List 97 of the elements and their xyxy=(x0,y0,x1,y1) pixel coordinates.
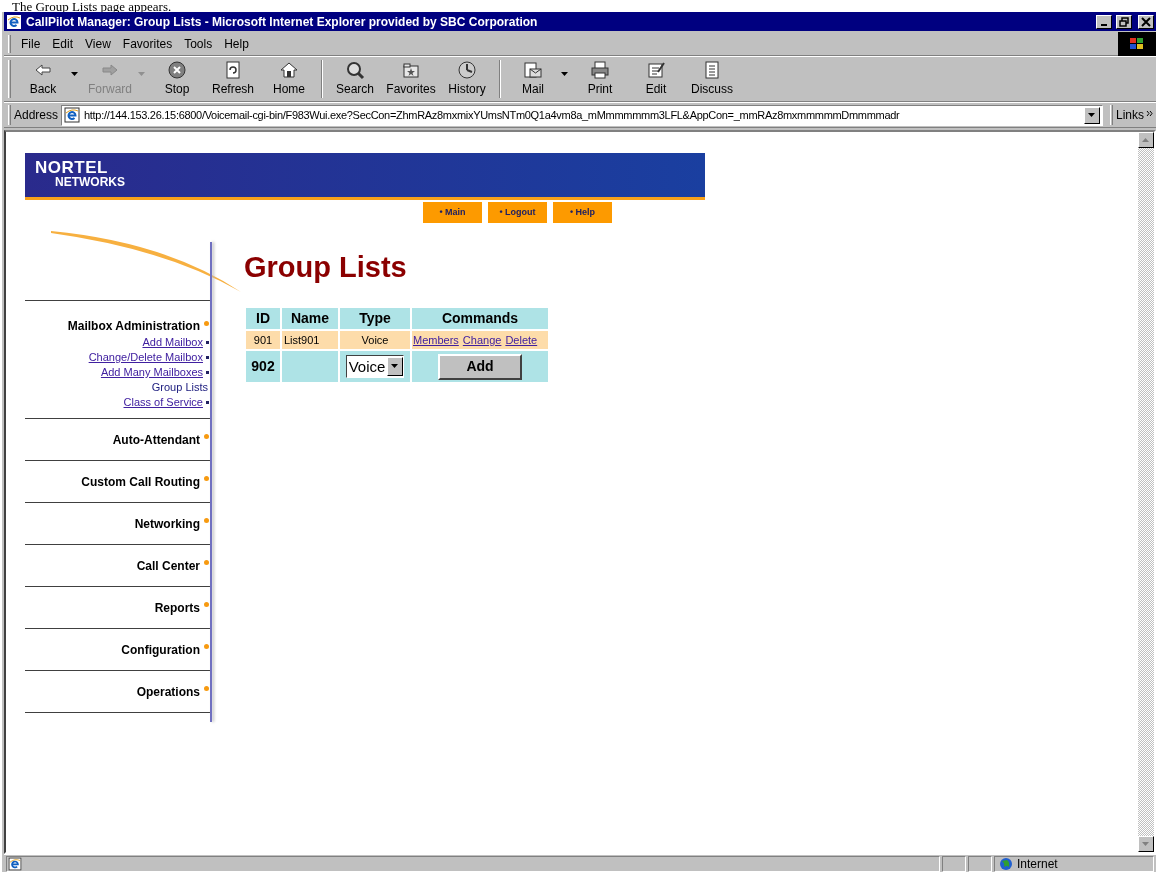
minimize-button[interactable] xyxy=(1096,14,1112,29)
command-link[interactable]: Delete xyxy=(505,333,538,346)
address-field[interactable]: http://144.153.26.15:6800/Voicemail-cgi-bin/F983Wui.exe?SecCon=ZhmRAz8mxmixYUmsNTm0Q1a4vm8a_mMmmmmmm3LFL&AppCon=_mmRAz8mxmmmmmDmmmmadr xyxy=(61,104,1103,126)
stop-icon xyxy=(167,60,187,80)
sidebar-link[interactable]: Add Many Mailboxes xyxy=(100,365,203,380)
page-icon xyxy=(8,856,22,871)
add-button[interactable]: Add xyxy=(438,353,522,380)
logo-subtext: NETWORKS xyxy=(54,175,126,189)
search-button[interactable]: Search xyxy=(327,58,383,100)
column-header: Type xyxy=(340,308,410,329)
square-bullet-icon xyxy=(206,341,209,344)
sidebar-link[interactable]: Change/Delete Mailbox xyxy=(88,350,203,365)
section-link[interactable]: Custom Call Routing xyxy=(81,472,200,491)
back-button[interactable]: Back xyxy=(15,58,71,100)
history-button[interactable]: History xyxy=(439,58,495,100)
bullet-dot-icon xyxy=(204,434,209,439)
status-pane xyxy=(968,855,992,872)
windows-flag-icon xyxy=(1129,36,1145,51)
arrow-down-icon xyxy=(1142,841,1150,847)
arrow-up-icon xyxy=(1142,137,1150,143)
menu-item[interactable]: Edit xyxy=(46,34,80,53)
bullet-dot-icon xyxy=(204,476,209,481)
square-bullet-icon xyxy=(206,401,209,404)
bullet-dot-icon xyxy=(204,644,209,649)
links-button[interactable]: Links xyxy=(1116,106,1156,124)
menu-item[interactable]: View xyxy=(79,34,117,53)
bullet-dot-icon xyxy=(204,602,209,607)
current-page-label: Group Lists xyxy=(151,380,208,395)
square-bullet-icon xyxy=(206,356,209,359)
nav-button[interactable]: • Main xyxy=(423,202,482,223)
section-link[interactable]: Networking xyxy=(134,514,200,533)
restore-button[interactable] xyxy=(1116,14,1132,29)
favorites-button[interactable]: Favorites xyxy=(383,58,439,100)
scroll-up-button[interactable] xyxy=(1138,132,1154,148)
square-bullet-icon xyxy=(206,371,209,374)
bullet-dot-icon xyxy=(204,686,209,691)
sidebar-link[interactable]: Class of Service xyxy=(123,395,203,410)
command-link[interactable]: Members xyxy=(413,333,459,346)
menu-item[interactable]: Favorites xyxy=(116,34,179,53)
address-label: Address xyxy=(14,107,59,124)
page-icon xyxy=(64,107,81,123)
stop-button[interactable]: Stop xyxy=(149,58,205,100)
ie-logo-icon xyxy=(6,13,22,30)
close-icon xyxy=(1141,16,1151,27)
edit-button[interactable]: Edit xyxy=(628,58,684,100)
bullet-dot-icon xyxy=(204,518,209,523)
page-heading: Group Lists xyxy=(244,250,407,285)
globe-icon xyxy=(999,856,1013,871)
search-icon xyxy=(345,60,365,80)
menu-item[interactable]: Tools xyxy=(178,34,219,53)
menu-item[interactable]: File xyxy=(15,34,47,53)
home-icon xyxy=(279,60,299,80)
section-link[interactable]: Mailbox Administration xyxy=(67,317,200,335)
security-zone-label: Internet xyxy=(1017,855,1058,872)
table-cell: 902 xyxy=(246,351,280,382)
bullet-dot-icon xyxy=(204,560,209,565)
table-cell: List901 xyxy=(282,331,338,349)
mail-button[interactable]: Mail xyxy=(505,58,561,100)
table-cell: 901 xyxy=(246,331,280,349)
close-button[interactable] xyxy=(1138,14,1154,29)
column-header: ID xyxy=(246,308,280,329)
refresh-button[interactable]: Refresh xyxy=(205,58,261,100)
caret-down-icon xyxy=(391,364,400,370)
minimize-icon xyxy=(1101,23,1107,26)
bullet-dot-icon xyxy=(204,320,209,326)
status-pane xyxy=(942,855,966,872)
envelope-icon xyxy=(523,60,543,80)
table-cell: Voice xyxy=(340,331,410,349)
section-link[interactable]: Reports xyxy=(154,598,200,617)
nav-button[interactable]: • Logout xyxy=(488,202,547,223)
restore-icon xyxy=(1119,16,1129,27)
caret-down-icon xyxy=(1088,112,1096,118)
document-icon xyxy=(702,60,722,80)
section-link[interactable]: Operations xyxy=(136,682,200,701)
discuss-button[interactable]: Discuss xyxy=(684,58,740,100)
logo-text: NORTEL xyxy=(35,161,109,175)
command-link[interactable]: Change xyxy=(462,333,502,346)
nav-button[interactable]: • Help xyxy=(553,202,612,223)
column-header: Name xyxy=(282,308,338,329)
print-button[interactable]: Print xyxy=(572,58,628,100)
sidebar-link[interactable]: Add Mailbox xyxy=(142,335,203,350)
column-header: Commands xyxy=(412,308,548,329)
refresh-icon xyxy=(223,60,243,80)
home-button[interactable]: Home xyxy=(261,58,317,100)
type-select[interactable]: Voice xyxy=(345,355,405,379)
printer-icon xyxy=(590,60,610,80)
chevron-right-icon xyxy=(1146,109,1154,118)
section-link[interactable]: Call Center xyxy=(136,556,200,575)
section-link[interactable]: Configuration xyxy=(121,640,200,659)
clock-icon xyxy=(457,60,477,80)
folder-star-icon xyxy=(401,60,421,80)
scroll-down-button[interactable] xyxy=(1138,836,1154,852)
notepad-pencil-icon xyxy=(646,60,666,80)
section-link[interactable]: Auto-Attendant xyxy=(112,430,200,449)
address-dropdown-button[interactable] xyxy=(1084,106,1100,124)
window-title: CallPilot Manager: Group Lists - Microsoft Internet Explorer provided by SBC Corporation xyxy=(26,13,539,31)
menu-item[interactable]: Help xyxy=(218,34,255,53)
